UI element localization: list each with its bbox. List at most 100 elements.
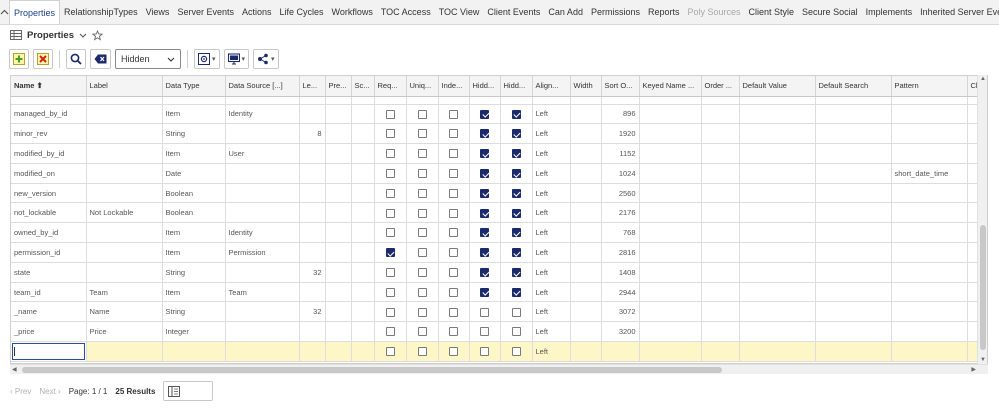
order-by-cell[interactable]: [701, 222, 740, 244]
alignment-cell[interactable]: Left: [532, 341, 571, 362]
table-row[interactable]: team_id Team Item Team Left 2944: [11, 282, 987, 303]
pattern-cell[interactable]: [891, 222, 968, 244]
tab-properties[interactable]: Properties: [9, 0, 61, 24]
indexed-checkbox[interactable]: [449, 268, 458, 278]
column-header[interactable]: Inde...: [438, 76, 470, 97]
scale-cell[interactable]: [351, 222, 375, 244]
data-type-cell[interactable]: Date: [162, 163, 226, 184]
indexed-checkbox[interactable]: [449, 188, 458, 198]
sort-order-cell[interactable]: 3072: [601, 301, 640, 323]
chevron-down-icon[interactable]: [79, 33, 87, 38]
pattern-cell[interactable]: [891, 183, 968, 204]
pattern-cell[interactable]: [891, 262, 968, 283]
length-cell[interactable]: [299, 163, 326, 184]
required-checkbox[interactable]: [385, 188, 395, 198]
scroll-down-arrow-icon[interactable]: ▼: [980, 357, 986, 363]
alignment-cell[interactable]: Left: [532, 321, 571, 343]
sort-order-cell[interactable]: 3200: [601, 321, 640, 343]
search-button[interactable]: [66, 49, 86, 69]
precision-cell[interactable]: [325, 321, 352, 343]
width-cell[interactable]: [570, 282, 602, 303]
column-header[interactable]: Default Value: [739, 76, 816, 97]
default-value-cell[interactable]: [739, 104, 816, 125]
hidden2-checkbox[interactable]: [511, 228, 521, 238]
unique-checkbox[interactable]: [417, 109, 427, 119]
pattern-cell[interactable]: short_date_time: [891, 163, 968, 184]
indexed-checkbox[interactable]: [449, 109, 458, 119]
data-type-cell[interactable]: Item: [162, 282, 226, 303]
precision-cell[interactable]: [325, 123, 352, 145]
tab-poly-sources[interactable]: Poly Sources: [683, 0, 744, 24]
length-cell[interactable]: 8: [299, 123, 326, 145]
length-cell[interactable]: [299, 282, 326, 303]
alignment-cell[interactable]: Left: [532, 282, 571, 303]
data-type-cell[interactable]: Boolean: [162, 183, 226, 204]
alignment-cell[interactable]: Left: [532, 123, 571, 145]
width-cell[interactable]: [570, 183, 602, 204]
default-value-cell[interactable]: [739, 321, 816, 343]
hidden-checkbox[interactable]: [480, 347, 489, 357]
length-cell[interactable]: [299, 341, 326, 362]
default-value-cell[interactable]: [739, 282, 816, 303]
required-checkbox[interactable]: [385, 109, 395, 119]
table-row[interactable]: _name Name String 32 Left 3072: [11, 301, 987, 323]
hidden2-checkbox[interactable]: [511, 327, 521, 337]
layout-button[interactable]: ▾: [223, 49, 250, 69]
scale-cell[interactable]: [351, 123, 375, 145]
label-cell[interactable]: Price: [86, 321, 163, 343]
order-by-cell[interactable]: [701, 143, 740, 164]
table-row[interactable]: not_lockable Not Lockable Boolean Left 2176: [11, 202, 987, 224]
column-header[interactable]: Req...: [374, 76, 407, 97]
default-value-cell[interactable]: [739, 163, 816, 184]
required-checkbox[interactable]: [385, 327, 395, 337]
hidden-checkbox[interactable]: [480, 248, 489, 258]
keyed-name-order-cell[interactable]: [639, 202, 702, 224]
default-search-cell[interactable]: [815, 242, 892, 263]
data-source-cell[interactable]: Team: [225, 282, 300, 303]
pattern-cell[interactable]: [891, 341, 968, 362]
table-row[interactable]: modified_by_id Item User Left 1152: [11, 143, 987, 164]
hidden-checkbox[interactable]: [480, 228, 489, 238]
scroll-up-arrow-icon[interactable]: ▲: [980, 76, 986, 82]
name-cell[interactable]: not_lockable: [11, 202, 87, 224]
pattern-cell[interactable]: [891, 123, 968, 145]
alignment-cell[interactable]: Left: [532, 104, 571, 125]
alignment-cell[interactable]: Left: [532, 262, 571, 283]
precision-cell[interactable]: [325, 163, 352, 184]
scale-cell[interactable]: [351, 143, 375, 164]
hidden2-checkbox[interactable]: [511, 307, 521, 317]
default-search-cell[interactable]: [815, 341, 892, 362]
label-cell[interactable]: [86, 341, 163, 362]
hidden-checkbox[interactable]: [480, 268, 489, 278]
hidden-checkbox[interactable]: [480, 188, 489, 198]
scale-cell[interactable]: [351, 163, 375, 184]
data-source-cell[interactable]: [225, 262, 300, 283]
horizontal-scroll-thumb[interactable]: [22, 367, 722, 373]
default-value-cell[interactable]: [739, 301, 816, 323]
name-cell[interactable]: owned_by_id: [11, 222, 87, 244]
keyed-name-order-cell[interactable]: [639, 341, 702, 362]
pattern-cell[interactable]: [891, 143, 968, 164]
default-value-cell[interactable]: [739, 123, 816, 145]
keyed-name-order-cell[interactable]: [639, 321, 702, 343]
order-by-cell[interactable]: [701, 163, 740, 184]
favorite-star-icon[interactable]: [92, 29, 103, 41]
tab-client-events[interactable]: Client Events: [483, 0, 544, 24]
column-header[interactable]: Hidd...: [469, 76, 501, 97]
data-source-cell[interactable]: [225, 183, 300, 204]
table-row[interactable]: minor_rev String 8 Left 1920: [11, 123, 987, 145]
order-by-cell[interactable]: [701, 282, 740, 303]
column-header[interactable]: Hidd...: [500, 76, 533, 97]
column-chooser-button[interactable]: [163, 381, 214, 401]
data-source-cell[interactable]: [225, 123, 300, 145]
table-row-partial[interactable]: [11, 96, 987, 105]
width-cell[interactable]: [570, 123, 602, 145]
scale-cell[interactable]: [351, 183, 375, 204]
precision-cell[interactable]: [325, 202, 352, 224]
label-cell[interactable]: [86, 262, 163, 283]
tab-client-style[interactable]: Client Style: [745, 0, 799, 24]
table-row[interactable]: owned_by_id Item Identity Left 768: [11, 222, 987, 244]
hidden-checkbox[interactable]: [480, 208, 489, 218]
prev-page-button[interactable]: ‹ Prev: [10, 387, 31, 396]
keyed-name-order-cell[interactable]: [639, 123, 702, 145]
